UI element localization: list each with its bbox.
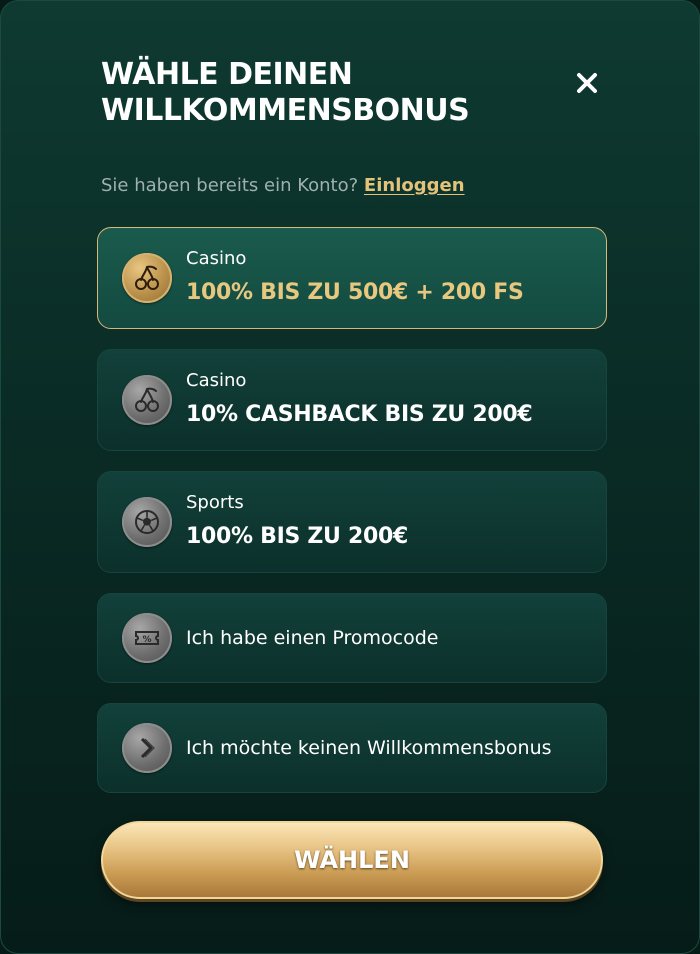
bonus-option-casino-500[interactable]: Casino 100% BIS ZU 500€ + 200 FS: [97, 227, 607, 329]
option-category: Casino: [186, 370, 247, 391]
no-bonus-option[interactable]: Ich möchte keinen Willkommensbonus: [97, 703, 607, 793]
option-text: Ich möchte keinen Willkommensbonus: [186, 737, 552, 759]
soccer-ball-icon: [122, 497, 172, 547]
cherry-icon: [122, 253, 172, 303]
login-prompt-line: Sie haben bereits ein Konto? Einloggen: [101, 175, 465, 196]
login-link[interactable]: Einloggen: [364, 175, 465, 196]
option-text: Casino 10% CASHBACK BIS ZU 200€: [186, 370, 533, 430]
svg-text:%: %: [142, 635, 151, 645]
title-line-2: WILLKOMMENSBONUS: [101, 93, 470, 128]
option-title: 100% BIS ZU 200€: [186, 524, 408, 549]
modal-title: WÄHLE DEINEN WILLKOMMENSBONUS: [101, 57, 521, 129]
ticket-icon: %: [122, 613, 172, 663]
option-text: Casino 100% BIS ZU 500€ + 200 FS: [186, 248, 524, 308]
close-icon: [577, 73, 597, 93]
bonus-option-casino-cashback[interactable]: Casino 10% CASHBACK BIS ZU 200€: [97, 349, 607, 451]
choose-button[interactable]: WÄHLEN: [101, 821, 603, 899]
login-prompt: Sie haben bereits ein Konto?: [101, 175, 359, 196]
chevron-right-icon: [122, 723, 172, 773]
option-text: Ich habe einen Promocode: [186, 627, 438, 649]
bonus-option-sports[interactable]: Sports 100% BIS ZU 200€: [97, 471, 607, 573]
cherry-icon: [122, 375, 172, 425]
option-title: 10% CASHBACK BIS ZU 200€: [186, 402, 533, 427]
option-category: Casino: [186, 248, 247, 269]
promocode-option[interactable]: % Ich habe einen Promocode: [97, 593, 607, 683]
welcome-bonus-modal: WÄHLE DEINEN WILLKOMMENSBONUS Sie haben …: [0, 0, 700, 954]
title-line-1: WÄHLE DEINEN: [101, 57, 353, 92]
option-label: Ich habe einen Promocode: [186, 627, 439, 649]
close-button[interactable]: [567, 63, 607, 103]
option-label: Ich möchte keinen Willkommensbonus: [186, 737, 552, 759]
option-category: Sports: [186, 492, 244, 513]
option-title: 100% BIS ZU 500€ + 200 FS: [186, 280, 524, 305]
option-text: Sports 100% BIS ZU 200€: [186, 492, 408, 552]
